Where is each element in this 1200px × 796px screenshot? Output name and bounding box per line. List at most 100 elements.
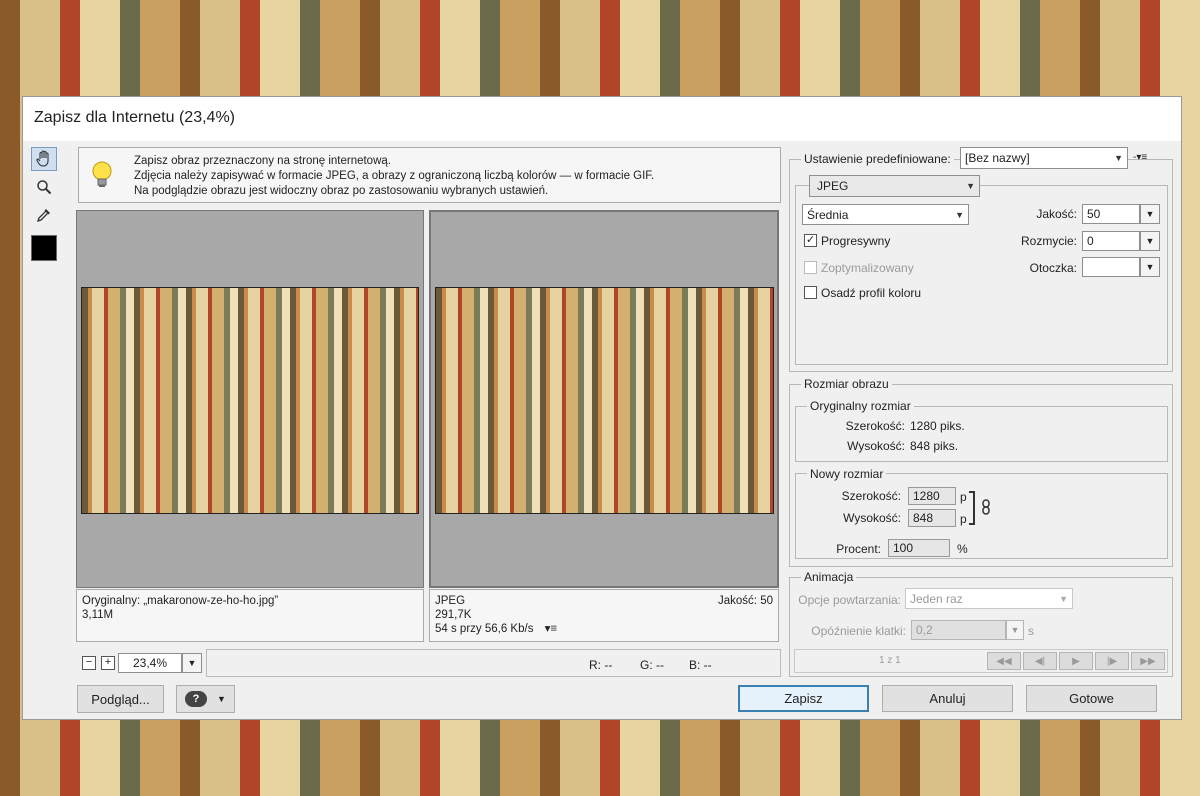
matte-field[interactable] [1082,257,1140,277]
frame-counter: 1 z 1 [879,655,901,666]
chevron-down-icon: ▼ [1114,153,1123,163]
progressive-checkbox[interactable]: ✓ [804,234,817,247]
browser-preview-button[interactable]: ? ▼ [176,685,235,713]
lightbulb-icon [91,160,113,190]
download-time: 54 s przy 56,6 Kb/s [435,623,534,635]
frame-delay-field: 0,2 [911,620,1006,640]
blur-value: 0 [1087,234,1094,248]
red-readout: R: -- [589,658,613,672]
next-frame-icon: |▶ [1095,652,1129,670]
frame-delay-chevron-icon: ▼ [1006,620,1024,640]
loop-options-select: Jeden raz ▼ [905,588,1073,609]
original-filename: Oryginalny: „makaronow-ze-ho-ho.jpg” [82,595,279,607]
preset-value: [Bez nazwy] [965,151,1030,165]
new-width-value: 1280 [913,489,940,503]
color-readout-bar: R: -- G: -- B: -- [206,649,781,677]
original-size-group [795,406,1168,462]
original-width-value: 1280 piks. [910,419,965,433]
zoom-level-field[interactable]: 23,4% [118,653,182,673]
constrain-bracket [969,491,975,525]
original-height-value: 848 piks. [910,439,959,453]
image-size-title: Rozmiar obrazu [801,377,892,391]
info-box: Zapisz obraz przeznaczony na stronę inte… [78,147,781,203]
quality-chevron-icon[interactable]: ▼ [1140,204,1160,224]
cancel-button[interactable]: Anuluj [882,685,1013,712]
blur-chevron-icon[interactable]: ▼ [1140,231,1160,251]
save-for-web-dialog: Zapisz dla Internetu (23,4%) Zapisz obra… [22,96,1182,720]
download-menu-icon[interactable]: ▾≡ [545,623,557,635]
zoom-value: 23,4% [133,656,168,670]
blur-label: Rozmycie: [1020,234,1077,248]
blue-readout: B: -- [689,658,712,672]
chevron-down-icon: ▼ [1059,593,1068,604]
previous-frame-icon: ◀| [1023,652,1057,670]
percent-value: 100 [893,541,914,555]
quality-level-value: Średnia [807,207,849,222]
eyedropper-icon[interactable] [31,203,57,227]
matte-label: Otoczka: [1029,261,1077,275]
preset-menu-icon[interactable]: -▾≡ [1133,152,1147,163]
percent-field[interactable]: 100 [888,539,950,557]
new-height-field[interactable]: 848 [908,509,956,527]
new-height-value: 848 [913,511,934,525]
embed-profile-label: Osadź profil koloru [821,286,922,300]
preset-label: Ustawienie predefiniowane: [801,152,954,166]
zoom-out-button[interactable]: − [82,656,96,670]
link-icon[interactable] [980,499,992,518]
optimized-checkbox [804,261,817,274]
optimized-caption: JPEG Jakość: 50 291,7K 54 s przy 56,6 Kb… [429,589,779,642]
loop-options-label: Opcje powtarzania: [798,593,901,607]
percent-label: Procent: [836,542,881,556]
blur-field[interactable]: 0 [1082,231,1140,251]
animation-title: Animacja [801,570,857,584]
zoom-in-button[interactable]: + [101,656,115,670]
optimized-image [435,287,774,514]
tool-column [31,147,63,689]
original-caption: Oryginalny: „makaronow-ze-ho-ho.jpg” 3,1… [76,589,424,642]
title-bar: Zapisz dla Internetu (23,4%) [23,97,1181,141]
chevron-down-icon: ▼ [966,181,975,191]
quality-label: Jakość: [1036,207,1077,221]
width-unit: p [960,490,967,504]
original-size: 3,11M [82,609,114,621]
loop-options-value: Jeden raz [910,591,963,606]
magnifier-icon[interactable] [31,175,57,199]
original-width-label: Szerokość: [845,419,905,433]
optimized-preview-pane[interactable] [429,210,779,588]
zoom-dropdown-chevron-icon[interactable]: ▼ [182,653,202,673]
foreground-color-swatch[interactable] [31,235,57,261]
hand-icon[interactable] [31,147,57,171]
optimized-file-size: 291,7K [435,609,472,621]
preset-select[interactable]: [Bez nazwy] ▼ [960,147,1128,169]
last-frame-icon: ▶▶ [1131,652,1165,670]
preview-button[interactable]: Podgląd... [77,685,164,713]
optimized-quality: Jakość: 50 [718,595,773,607]
browser-dropdown-chevron-icon: ▼ [217,694,226,704]
info-line-3: Na podglądzie obrazu jest widoczny obraz… [134,185,549,197]
quality-field[interactable]: 50 [1082,204,1140,224]
dialog-title: Zapisz dla Internetu (23,4%) [34,109,235,126]
quality-level-select[interactable]: Średnia ▼ [802,204,969,225]
quality-value: 50 [1087,207,1101,221]
optimized-label: Zoptymalizowany [821,261,914,275]
format-value: JPEG [817,179,849,193]
format-select[interactable]: JPEG ▼ [809,175,980,197]
info-line-1: Zapisz obraz przeznaczony na stronę inte… [134,155,391,167]
matte-chevron-icon[interactable]: ▼ [1140,257,1160,277]
frame-delay-unit: s [1028,624,1034,638]
optimized-format: JPEG [435,595,466,607]
progressive-label: Progresywny [821,234,891,248]
percent-unit: % [957,542,968,556]
new-width-field[interactable]: 1280 [908,487,956,505]
chevron-down-icon: ▼ [955,209,964,220]
original-preview-pane[interactable] [76,210,424,588]
frame-delay-label: Opóźnienie klatki: [811,624,906,638]
original-size-title: Oryginalny rozmiar [807,399,914,413]
browser-help-icon: ? [185,691,208,707]
save-button[interactable]: Zapisz [738,685,869,712]
embed-profile-checkbox[interactable] [804,286,817,299]
done-button[interactable]: Gotowe [1026,685,1157,712]
first-frame-icon: ◀◀ [987,652,1021,670]
new-size-title: Nowy rozmiar [807,467,887,481]
height-unit: p [960,512,967,526]
